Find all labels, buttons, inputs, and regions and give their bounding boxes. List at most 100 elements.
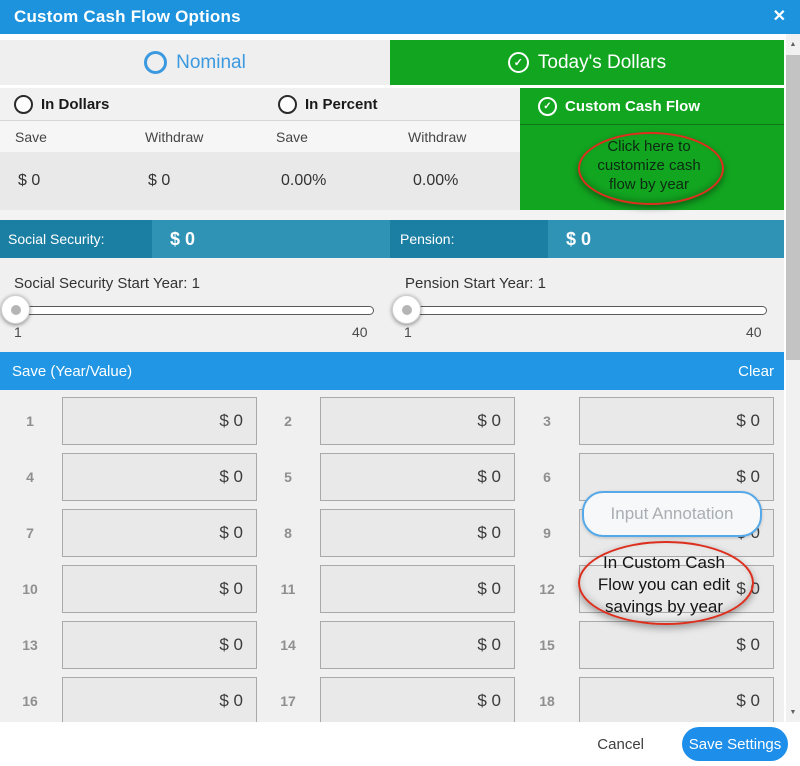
year-number: 8 — [268, 525, 308, 541]
year-value-input[interactable] — [320, 453, 515, 501]
tab-nominal-label: Nominal — [176, 52, 246, 74]
year-number: 6 — [527, 469, 567, 485]
year-value-cell: 14 — [268, 622, 515, 668]
slider-min: 1 — [404, 324, 412, 340]
year-value-input[interactable] — [62, 453, 257, 501]
pension-slider-track[interactable] — [405, 306, 767, 315]
social-security-slider-track[interactable] — [14, 306, 374, 315]
slider-min: 1 — [14, 324, 22, 340]
year-number: 18 — [527, 693, 567, 709]
year-number: 7 — [10, 525, 50, 541]
year-value-cell: 5 — [268, 454, 515, 500]
divider-strip — [0, 210, 784, 220]
year-value-input[interactable] — [62, 509, 257, 557]
year-value-input[interactable] — [320, 565, 515, 613]
col-withdraw-dollars: Withdraw — [145, 129, 203, 145]
year-value-input[interactable] — [62, 621, 257, 669]
pension-label: Pension: — [400, 231, 454, 247]
year-value-input[interactable] — [320, 677, 515, 722]
pension-value-segment[interactable]: $ 0 — [548, 220, 784, 258]
year-number: 4 — [10, 469, 50, 485]
dialog-title: Custom Cash Flow Options — [14, 7, 241, 27]
year-value-cell: 15 — [527, 622, 774, 668]
cancel-button[interactable]: Cancel — [597, 736, 644, 753]
vertical-scrollbar[interactable]: ▲ ▼ — [786, 34, 800, 722]
radio-icon — [14, 95, 33, 114]
year-value-input[interactable] — [320, 621, 515, 669]
check-circle-icon: ✓ — [538, 97, 557, 116]
in-percent-label: In Percent — [305, 96, 378, 113]
custom-cash-flow-label: Custom Cash Flow — [565, 98, 700, 115]
panel-divider — [520, 124, 784, 125]
close-icon[interactable]: ✕ — [773, 9, 786, 25]
dialog-titlebar: Custom Cash Flow Options ✕ — [0, 0, 800, 34]
radio-in-dollars[interactable]: In Dollars — [14, 88, 109, 120]
tab-nominal[interactable]: Nominal — [0, 40, 390, 85]
slider-max: 40 — [746, 324, 762, 340]
in-dollars-label: In Dollars — [41, 96, 109, 113]
annotation-line: In Custom Cash — [564, 552, 764, 574]
year-number: 5 — [268, 469, 308, 485]
input-annotation-button[interactable]: Input Annotation — [582, 491, 762, 537]
year-value-input[interactable] — [320, 509, 515, 557]
custom-cash-flow-panel[interactable]: ✓ Custom Cash Flow Click here to customi… — [520, 88, 784, 210]
radio-in-percent[interactable]: In Percent — [278, 88, 378, 120]
save-settings-button[interactable]: Save Settings — [682, 727, 788, 761]
year-value-cell: 3 — [527, 398, 774, 444]
year-value-cell: 2 — [268, 398, 515, 444]
clear-button[interactable]: Clear — [738, 363, 774, 380]
year-value-input[interactable] — [62, 397, 257, 445]
withdraw-percent-value: 0.00% — [413, 172, 458, 190]
tab-todays-dollars[interactable]: ✓ Today's Dollars — [390, 40, 784, 85]
grid-annotation-text: In Custom Cash Flow you can edit savings… — [564, 552, 764, 618]
col-save-percent: Save — [276, 129, 308, 145]
dialog-footer: Cancel Save Settings — [0, 722, 800, 766]
thumb-dot — [402, 305, 412, 315]
scroll-down-icon[interactable]: ▼ — [786, 704, 800, 720]
thumb-dot — [11, 305, 21, 315]
annotation-line: customize cash — [549, 156, 749, 175]
year-value-input[interactable] — [579, 677, 774, 722]
social-security-slider-thumb[interactable] — [1, 295, 30, 324]
year-number: 11 — [268, 581, 308, 597]
year-value-input[interactable] — [320, 397, 515, 445]
year-number: 12 — [527, 581, 567, 597]
year-value-input[interactable] — [62, 677, 257, 722]
social-security-value: $ 0 — [170, 229, 195, 250]
slider-max: 40 — [352, 324, 368, 340]
year-number: 3 — [527, 413, 567, 429]
custom-cash-flow-tab[interactable]: ✓ Custom Cash Flow — [538, 97, 700, 116]
save-percent-value: 0.00% — [281, 172, 326, 190]
col-save-dollars: Save — [15, 129, 47, 145]
year-value-cell: 16 — [10, 678, 257, 722]
year-value-input[interactable] — [579, 397, 774, 445]
save-dollars-value: $ 0 — [18, 172, 40, 190]
year-value-cell: 4 — [10, 454, 257, 500]
social-security-label: Social Security: — [8, 231, 104, 247]
custom-cash-flow-dialog: Custom Cash Flow Options ✕ Nominal ✓ Tod… — [0, 0, 800, 766]
social-security-value-segment[interactable]: $ 0 — [152, 220, 390, 258]
year-value-cell: 10 — [10, 566, 257, 612]
year-value-cell: 13 — [10, 622, 257, 668]
annotation-line: Click here to — [549, 137, 749, 156]
year-number: 10 — [10, 581, 50, 597]
year-value-cell: 1 — [10, 398, 257, 444]
year-number: 16 — [10, 693, 50, 709]
check-circle-icon: ✓ — [508, 52, 529, 73]
pension-slider-thumb[interactable] — [392, 295, 421, 324]
year-value-cell: 18 — [527, 678, 774, 722]
scroll-up-icon[interactable]: ▲ — [786, 36, 800, 52]
green-annotation-text: Click here to customize cash flow by yea… — [549, 137, 749, 194]
year-value-cell: 7 — [10, 510, 257, 556]
year-value-input[interactable] — [62, 565, 257, 613]
year-number: 2 — [268, 413, 308, 429]
slider-section: Social Security Start Year: 1 1 40 Pensi… — [0, 258, 784, 352]
year-value-input[interactable] — [579, 621, 774, 669]
year-value-cell: 8 — [268, 510, 515, 556]
social-security-label-segment: Social Security: — [0, 220, 152, 258]
save-year-value-bar: Save (Year/Value) Clear — [0, 352, 784, 390]
scrollbar-thumb[interactable] — [786, 55, 800, 360]
withdraw-dollars-value: $ 0 — [148, 172, 170, 190]
pension-label-segment: Pension: — [390, 220, 548, 258]
year-number: 9 — [527, 525, 567, 541]
